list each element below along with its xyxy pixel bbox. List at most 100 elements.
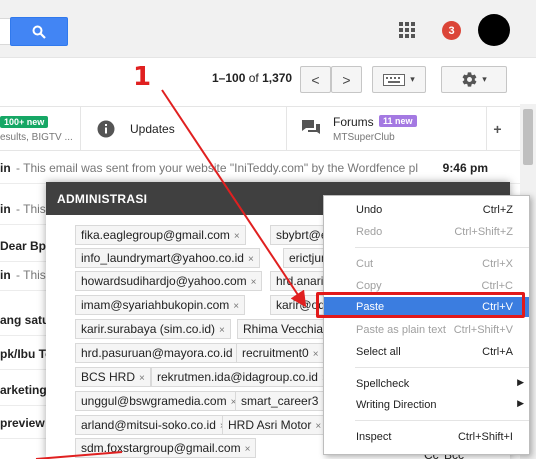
- recipient-chip[interactable]: howardsudihardjo@yahoo.com ×: [75, 271, 263, 291]
- gear-icon: [462, 72, 477, 87]
- recipient-chip[interactable]: imam@syariahbukopin.com ×: [75, 295, 246, 315]
- email-time: 9:46 pm: [442, 161, 488, 175]
- recipient-chip[interactable]: karir.surabaya (sim.co.id) ×: [75, 319, 231, 339]
- pager-text: 1–100 of 1,370: [212, 71, 292, 85]
- menu-shortcut: Ctrl+X: [482, 258, 513, 270]
- recipient-chip[interactable]: arland@mitsui-soko.co.id×: [75, 415, 232, 435]
- pager-of: of: [248, 71, 259, 85]
- notification-badge[interactable]: 3: [442, 21, 461, 40]
- remove-recipient-icon[interactable]: ×: [248, 254, 254, 265]
- recipient-chip[interactable]: sdm.foxstargroup@gmail.com ×: [75, 438, 257, 458]
- menu-item-redo[interactable]: Redo Ctrl+Shift+Z: [324, 222, 529, 242]
- recipient-label: arland@mitsui-soko.co.id: [81, 418, 216, 432]
- recipient-chip[interactable]: hrd.pasuruan@mayora.co.id×: [75, 343, 249, 363]
- remove-recipient-icon[interactable]: ×: [219, 325, 225, 336]
- scrollbar-thumb[interactable]: [523, 109, 533, 165]
- menu-item-select-all[interactable]: Select all Ctrl+A: [324, 342, 529, 362]
- tab-forums-sub: MTSuperClub: [333, 132, 395, 143]
- menu-label: Inspect: [356, 431, 392, 443]
- menu-item-paste-plain[interactable]: Paste as plain text Ctrl+Shift+V: [324, 320, 529, 340]
- keyboard-caret-icon: ▾: [410, 74, 415, 84]
- menu-label: Undo: [356, 204, 383, 216]
- new-count-badge: 100+ new: [0, 116, 49, 128]
- recipient-label: Rhima Vecchia: [243, 322, 324, 336]
- menu-shortcut: Ctrl+Shift+I: [457, 431, 513, 443]
- chevron-right-icon: >: [342, 71, 351, 88]
- search-input[interactable]: [0, 18, 10, 45]
- recipient-chip[interactable]: info_laundrymart@yahoo.co.id ×: [75, 248, 260, 268]
- menu-label: Writing Direction: [356, 399, 437, 411]
- context-menu: Undo Ctrl+Z Redo Ctrl+Shift+Z Cut Ctrl+X…: [323, 195, 530, 455]
- menu-shortcut: Ctrl+C: [481, 280, 513, 292]
- top-header: 3: [0, 0, 536, 58]
- menu-item-writing-direction[interactable]: Writing Direction ▶: [324, 395, 529, 415]
- menu-label: Paste as plain text: [356, 324, 446, 336]
- remove-recipient-icon[interactable]: ×: [315, 421, 321, 432]
- annotation-number: 1: [133, 62, 152, 92]
- remove-recipient-icon[interactable]: ×: [233, 301, 239, 312]
- menu-item-undo[interactable]: Undo Ctrl+Z: [324, 200, 529, 220]
- tab-forums[interactable]: Forums 11 new MTSuperClub: [286, 107, 486, 151]
- email-sender: Dear Bp: [0, 239, 47, 253]
- recipient-chip[interactable]: BCS HRD ×: [75, 367, 151, 387]
- remove-recipient-icon[interactable]: ×: [234, 231, 240, 242]
- email-snippet: - This: [16, 202, 46, 216]
- recipient-label: hrd.pasuruan@mayora.co.id: [81, 346, 233, 360]
- tab-updates[interactable]: Updates: [80, 107, 286, 151]
- submenu-arrow-icon: ▶: [517, 377, 524, 387]
- input-tools-button[interactable]: ▾: [372, 66, 426, 93]
- menu-shortcut: Ctrl+Shift+V: [453, 324, 513, 336]
- forum-icon: [302, 120, 320, 134]
- recipient-label: unggul@bswgramedia.com: [81, 394, 227, 408]
- menu-label: Copy: [356, 280, 382, 292]
- newer-button[interactable]: >: [331, 66, 362, 93]
- category-tabs: 100+ new esults, BIGTV ... Updates Forum…: [0, 106, 520, 151]
- settings-caret-icon: ▾: [482, 74, 487, 84]
- recipient-label: recruitment0: [242, 346, 309, 360]
- menu-item-spellcheck[interactable]: Spellcheck ▶: [324, 374, 529, 394]
- menu-label: Spellcheck: [356, 378, 410, 390]
- recipient-chip[interactable]: unggul@bswgramedia.com ×: [75, 391, 243, 411]
- forums-new-badge: 11 new: [379, 115, 417, 127]
- tab-social[interactable]: 100+ new esults, BIGTV ...: [0, 107, 80, 151]
- tab-updates-label: Updates: [130, 122, 175, 136]
- pager-total: 1,370: [262, 71, 293, 85]
- email-sender: in: [0, 161, 11, 175]
- info-icon: [97, 120, 115, 138]
- paste-highlight-box: [316, 292, 525, 318]
- plus-icon: +: [493, 121, 502, 137]
- settings-button[interactable]: ▾: [441, 66, 507, 93]
- remove-recipient-icon[interactable]: ×: [251, 277, 257, 288]
- menu-label: Select all: [356, 346, 401, 358]
- recipient-label: howardsudihardjo@yahoo.com: [81, 274, 247, 288]
- recipient-label: sdm.foxstargroup@gmail.com: [81, 441, 241, 455]
- email-sender: pk/Ibu Te: [0, 347, 52, 361]
- menu-divider: [355, 420, 529, 421]
- recipient-chip[interactable]: fika.eaglegroup@gmail.com ×: [75, 225, 246, 245]
- menu-divider: [355, 247, 529, 248]
- remove-recipient-icon[interactable]: ×: [245, 444, 251, 455]
- pager-range: 1–100: [212, 71, 246, 85]
- chevron-left-icon: <: [311, 71, 320, 88]
- submenu-arrow-icon: ▶: [517, 398, 524, 408]
- older-button[interactable]: <: [300, 66, 331, 93]
- recipient-label: karir.surabaya (sim.co.id): [81, 322, 216, 336]
- remove-recipient-icon[interactable]: ×: [139, 373, 145, 384]
- recipient-label: smart_career3: [241, 394, 319, 408]
- recipient-label: info_laundrymart@yahoo.co.id: [81, 251, 244, 265]
- menu-item-inspect[interactable]: Inspect Ctrl+Shift+I: [324, 427, 529, 447]
- keyboard-icon: [383, 73, 406, 86]
- recipient-label: fika.eaglegroup@gmail.com: [81, 228, 230, 242]
- email-snippet: - This email was sent from your website …: [16, 161, 419, 175]
- email-sender: in: [0, 202, 11, 216]
- recipient-label: imam@syariahbukopin.com: [81, 298, 230, 312]
- remove-recipient-icon[interactable]: ×: [313, 349, 319, 360]
- add-tab-button[interactable]: +: [486, 107, 508, 151]
- tab-forums-label: Forums: [333, 115, 374, 129]
- menu-item-cut[interactable]: Cut Ctrl+X: [324, 254, 529, 274]
- recipient-label: HRD Asri Motor: [228, 418, 312, 432]
- avatar[interactable]: [478, 14, 510, 46]
- search-button[interactable]: [10, 17, 68, 46]
- email-row[interactable]: in - This email was sent from your websi…: [0, 151, 520, 184]
- apps-grid-icon[interactable]: [398, 21, 416, 39]
